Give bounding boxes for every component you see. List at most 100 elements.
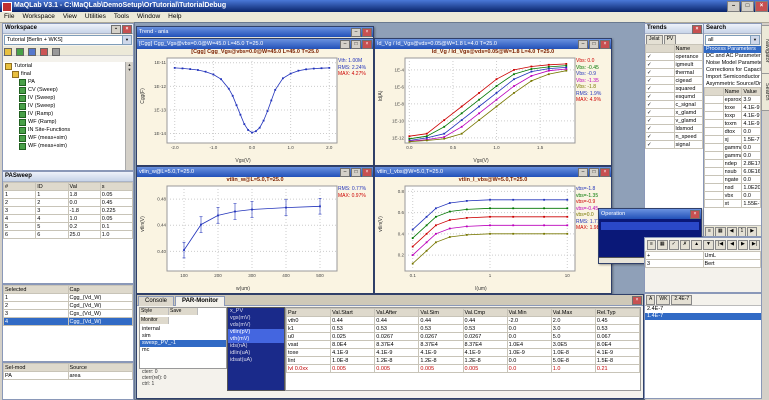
quickbar-button[interactable]: ▶	[738, 240, 748, 250]
table-row[interactable]: ✓v_glamd	[646, 117, 703, 125]
app-titlebar[interactable]: MaQLab V3.1 - C:\MaQLab\DemoSetup\OrTuto…	[0, 0, 769, 12]
table-row[interactable]: vbx0.0	[705, 192, 761, 200]
tree-item[interactable]: IV (Ramp)	[3, 110, 126, 118]
close-icon[interactable]: ×	[122, 25, 132, 34]
tree-item[interactable]: final	[3, 70, 126, 78]
workspace-selector[interactable]: Tutorial [Berlin + WKS] ▼	[4, 35, 132, 45]
minimize-button[interactable]: –	[727, 1, 740, 12]
column-header[interactable]: Name	[723, 88, 742, 96]
menu-item[interactable]: View	[59, 12, 81, 22]
table-row[interactable]: toxe4.1E-9	[705, 104, 761, 112]
signal-item[interactable]: x_PV	[228, 308, 284, 315]
open-icon[interactable]	[16, 48, 24, 56]
minimize-icon[interactable]: –	[340, 40, 350, 49]
table-row[interactable]: toxe4.1E-94.1E-94.1E-94.1E-91.0E-91.0E-8…	[287, 349, 640, 357]
table-row[interactable]: 220.00.45	[4, 199, 133, 207]
column-header[interactable]: Name	[674, 45, 703, 53]
table-row[interactable]: nsub6.0E16	[705, 168, 761, 176]
signal-item[interactable]: idsat(uA)	[228, 357, 284, 364]
maximize-icon[interactable]: □	[351, 40, 361, 49]
tree-item[interactable]: CV (Sweep)	[3, 86, 126, 94]
tree-item[interactable]: PA	[3, 78, 126, 86]
table-row[interactable]: 4Cgg_(Vd_W)	[4, 318, 133, 326]
delete-icon[interactable]	[40, 48, 48, 56]
column-header[interactable]: Value	[742, 88, 761, 96]
table-row[interactable]: ndep2.8E17	[705, 160, 761, 168]
table-row[interactable]: 441.00.05	[4, 215, 133, 223]
close-icon[interactable]: ×	[362, 40, 372, 49]
signal-item[interactable]: vtlin(pV)	[228, 329, 284, 336]
close-icon[interactable]: ×	[632, 296, 642, 305]
table-row[interactable]: dtox0.0	[705, 128, 761, 136]
quickbar-button[interactable]: ▲	[691, 240, 702, 250]
console-tab[interactable]: PAR-Monitor	[175, 296, 225, 306]
close-icon[interactable]: ×	[600, 40, 610, 49]
table-row[interactable]: gamma10.0	[705, 144, 761, 152]
column-header[interactable]: Source	[68, 364, 133, 372]
table-row[interactable]: 550.20.1	[4, 223, 133, 231]
column-header[interactable]: Val.After	[375, 309, 419, 317]
table-row[interactable]: ✓c_signal	[646, 101, 703, 109]
signal-item[interactable]: vds(mV)	[228, 322, 284, 329]
column-header[interactable]: Par	[287, 309, 331, 317]
table-row[interactable]: 2Cgd_(Vd_W)	[4, 302, 133, 310]
tree-scrollbar[interactable]: ▲ ▼	[125, 62, 133, 170]
table-row[interactable]: ✓signal	[646, 141, 703, 149]
column-header[interactable]	[646, 45, 675, 53]
minimize-icon[interactable]: –	[340, 168, 350, 177]
plot-canvas[interactable]: 1E-121E-101E-81E-61E-40.00.51.01.5	[385, 56, 577, 152]
table-row[interactable]: ✓ldsmod	[646, 125, 703, 133]
menu-item[interactable]: Window	[133, 12, 164, 22]
pasweep-header[interactable]: PASweep	[3, 172, 133, 182]
column-header[interactable]: Selected	[4, 286, 69, 294]
column-header[interactable]: Val.Start	[331, 309, 375, 317]
plot-window-titlebar[interactable]: vtlin_l_vbs@W=5.0,T=25.0 –□×	[375, 167, 611, 177]
table-row[interactable]: 111.80.05	[4, 191, 133, 199]
table-row[interactable]: epsrox3.9	[705, 96, 761, 104]
value-item[interactable]: 2.4E-7	[645, 306, 761, 313]
close-icon[interactable]: ×	[600, 168, 610, 177]
table-row[interactable]: vsat8.0E48.37E48.37E48.37E41.0E43.0E58.0…	[287, 341, 640, 349]
menu-item[interactable]: Help	[164, 12, 185, 22]
workspace-panel-header[interactable]: Workspace ▪ ×	[3, 24, 133, 34]
table-row[interactable]: PAarea	[4, 372, 133, 380]
table-row[interactable]: toxm4.1E-9	[705, 120, 761, 128]
quickbar-button[interactable]: ✓	[669, 240, 679, 250]
table-row[interactable]: xj1.5E-7	[705, 136, 761, 144]
plot-canvas[interactable]: 0.20.40.60.80.1110	[385, 184, 577, 280]
minimize-icon[interactable]: –	[578, 40, 588, 49]
table-row[interactable]: ✓x_glamd	[646, 109, 703, 117]
search-category[interactable]: Process Parameters	[704, 46, 761, 53]
trends-header[interactable]: Trends ×	[645, 24, 703, 34]
table-row[interactable]: toxp4.1E-9	[705, 112, 761, 120]
tree-item[interactable]: Tutorial	[3, 62, 126, 70]
table-row[interactable]: ✓squared	[646, 85, 703, 93]
tree-item[interactable]: WF (meas+sim)	[3, 142, 126, 150]
search-pager-button[interactable]: ≡	[705, 227, 714, 237]
column-header[interactable]: Sel-mod	[4, 364, 69, 372]
tree-item[interactable]: WF (meas+sim)	[3, 134, 126, 142]
search-pager-button[interactable]: ▦	[715, 227, 726, 237]
quickbar-button[interactable]: ▦	[657, 240, 668, 250]
style-item[interactable]: internal	[140, 326, 226, 333]
search-category[interactable]: Noise Model Parameters	[704, 60, 761, 67]
scroll-down-icon[interactable]: ▼	[128, 67, 132, 72]
plot-canvas[interactable]: 0.400.440.48100200300400500	[147, 184, 339, 280]
sidebar-tab-search[interactable]: Search	[761, 73, 769, 111]
search-category[interactable]: Import Semiconductor Parameters	[704, 74, 761, 81]
table-row[interactable]: 33-1.80.225	[4, 207, 133, 215]
column-header[interactable]: Rel.Typ	[595, 309, 639, 317]
table-row[interactable]: ✓n_speed	[646, 133, 703, 141]
column-header[interactable]: Style	[140, 308, 169, 315]
column-header[interactable]: Save	[169, 308, 198, 315]
plot-area[interactable]: vtlin_w@L=5.0,T=25.0 0.400.440.481002003…	[137, 177, 373, 293]
table-row[interactable]: ✓operance	[646, 53, 703, 61]
column-header[interactable]: Val.Max	[551, 309, 595, 317]
quickbar-button[interactable]: ◀	[727, 240, 737, 250]
table-row[interactable]: ✓esqumd	[646, 93, 703, 101]
table-row[interactable]: lint1.0E-81.2E-81.2E-81.2E-80.05.0E-81.5…	[287, 357, 640, 365]
values-toolbar-button[interactable]: 2.4E-7	[671, 295, 692, 305]
close-icon[interactable]: ×	[690, 210, 700, 219]
table-row[interactable]: +UmL	[646, 252, 761, 260]
column-header[interactable]: Val	[68, 183, 100, 191]
